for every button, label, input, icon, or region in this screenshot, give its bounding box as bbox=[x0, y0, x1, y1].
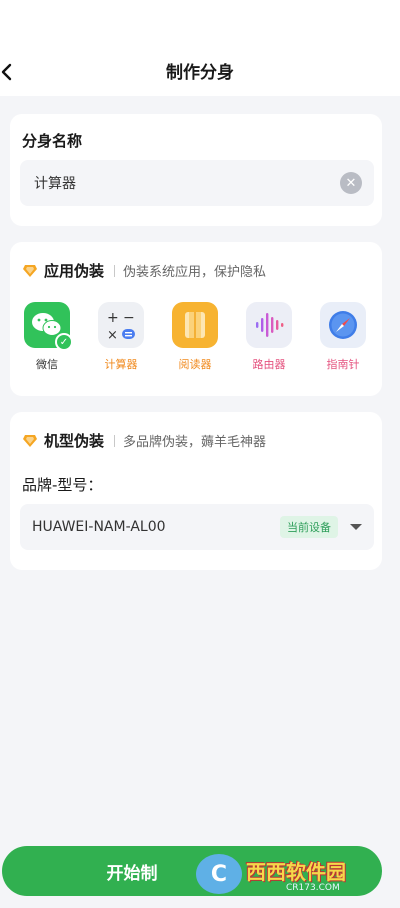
watermark-main-text: 西西软件园 bbox=[246, 859, 346, 884]
svg-text:×: × bbox=[107, 328, 118, 342]
divider bbox=[114, 434, 116, 447]
app-label: 计算器 bbox=[104, 358, 138, 371]
voice-wave-icon bbox=[246, 302, 292, 348]
selected-model-value: HUAWEI-NAM-AL00 bbox=[32, 519, 166, 535]
watermark-logo: C 西西软件园 CR173.COM bbox=[196, 852, 386, 896]
model-disguise-header: 机型伪装 多品牌伪装，薅羊毛神器 bbox=[22, 430, 266, 451]
app-option-wechat[interactable]: ✓ 微信 bbox=[20, 302, 74, 372]
diamond-icon bbox=[23, 434, 37, 447]
clone-name-card: 分身名称 计算器 ✕ bbox=[10, 114, 382, 226]
clear-input-button[interactable]: ✕ bbox=[340, 172, 362, 194]
app-disguise-desc: 伪装系统应用，保护隐私 bbox=[123, 265, 267, 280]
app-option-router[interactable]: 路由器 bbox=[242, 302, 296, 372]
app-label: 指南针 bbox=[326, 358, 360, 371]
clone-name-input[interactable]: 计算器 ✕ bbox=[20, 160, 374, 206]
wechat-icon: ✓ bbox=[24, 302, 73, 351]
calculator-icon: + − × bbox=[98, 302, 144, 348]
app-label: 阅读器 bbox=[178, 358, 212, 371]
app-option-calculator[interactable]: + − × 计算器 bbox=[94, 302, 148, 372]
close-icon: ✕ bbox=[345, 175, 357, 191]
app-label: 路由器 bbox=[252, 358, 286, 371]
app-disguise-card: 应用伪装 伪装系统应用，保护隐私 ✓ 微信 + − × 计算器 阅读器 路由器 … bbox=[10, 242, 382, 396]
model-disguise-card: 机型伪装 多品牌伪装，薅羊毛神器 品牌-型号： HUAWEI-NAM-AL00 … bbox=[10, 412, 382, 570]
svg-text:+: + bbox=[107, 310, 119, 326]
brand-model-label: 品牌-型号： bbox=[22, 476, 103, 494]
chevron-down-icon bbox=[350, 524, 362, 530]
app-option-compass[interactable]: 指南针 bbox=[316, 302, 370, 372]
start-button-label: 开始制 bbox=[106, 863, 158, 884]
page-title: 制作分身 bbox=[166, 63, 234, 83]
model-disguise-title: 机型伪装 bbox=[44, 432, 105, 450]
reader-icon bbox=[172, 302, 218, 348]
compass-icon bbox=[320, 302, 366, 348]
app-disguise-header: 应用伪装 伪装系统应用，保护隐私 bbox=[22, 260, 266, 281]
app-icon-list: ✓ 微信 + − × 计算器 阅读器 路由器 指南针 bbox=[20, 302, 370, 372]
watermark-text: 西西软件园 CR173.COM bbox=[246, 856, 346, 893]
model-disguise-desc: 多品牌伪装，薅羊毛神器 bbox=[123, 435, 267, 450]
selected-check-icon: ✓ bbox=[55, 333, 73, 351]
app-option-reader[interactable]: 阅读器 bbox=[168, 302, 222, 372]
model-select-dropdown[interactable]: HUAWEI-NAM-AL00 当前设备 bbox=[20, 504, 374, 550]
app-label: 微信 bbox=[36, 358, 58, 371]
watermark-logo-icon: C bbox=[196, 854, 242, 894]
clone-name-label: 分身名称 bbox=[22, 132, 83, 150]
diamond-icon bbox=[23, 264, 37, 277]
app-disguise-title: 应用伪装 bbox=[44, 262, 105, 280]
current-device-badge: 当前设备 bbox=[280, 516, 338, 538]
clone-name-value: 计算器 bbox=[34, 176, 76, 192]
watermark-sub-text: CR173.COM bbox=[286, 882, 340, 893]
svg-text:−: − bbox=[123, 310, 135, 326]
top-bar: 制作分身 bbox=[0, 0, 400, 96]
divider bbox=[114, 264, 116, 277]
